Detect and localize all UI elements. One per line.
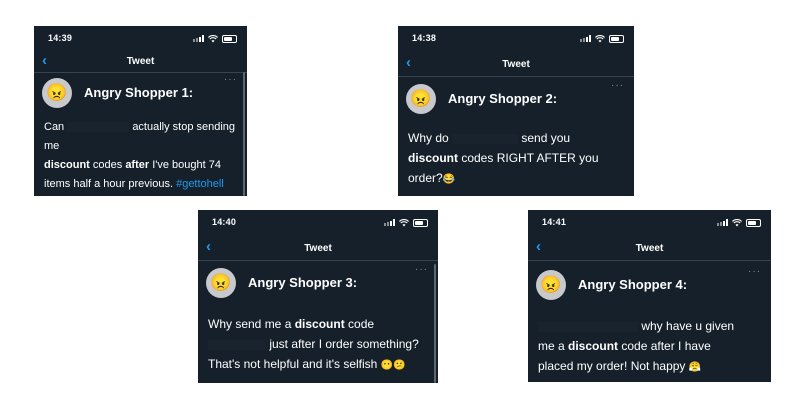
tweet-author-row: 😠 Angry Shopper 3: ···	[206, 264, 430, 300]
tweet-line: Why do send you	[408, 131, 571, 145]
tweet-line: items half a hour previous. #gettohell	[44, 178, 224, 190]
avatar-angry-face-icon[interactable]: 😠	[42, 78, 72, 108]
nav-bar: ‹ Tweet	[528, 238, 771, 261]
more-options-icon[interactable]: ···	[748, 266, 761, 277]
system-icons	[384, 218, 428, 227]
tweet-line: discount codes after I've bought 74	[44, 159, 221, 171]
more-options-icon[interactable]: ···	[415, 264, 428, 275]
more-options-icon[interactable]: ···	[611, 80, 624, 91]
tweet-text: why have u given me a discount code afte…	[538, 316, 763, 378]
wifi-icon	[208, 34, 218, 42]
tweet-line: why have u given	[538, 316, 763, 336]
tweet-text: Why send me a discount code just after I…	[208, 314, 430, 376]
tweet-author-row: 😠 Angry Shopper 4: ···	[536, 266, 763, 302]
nav-bar: ‹ Tweet	[398, 54, 634, 77]
tweet-line: 🆘	[44, 194, 239, 196]
tweet-line: order?😂	[408, 171, 456, 185]
battery-icon	[222, 34, 237, 43]
tweet-line: Why send me a discount code	[208, 317, 375, 331]
status-bar: 14:39	[34, 26, 247, 52]
system-icons	[717, 218, 761, 227]
wifi-icon	[595, 34, 605, 42]
tweet-author-row: 😠 Angry Shopper 1: ···	[42, 74, 239, 110]
tweet-screenshot-1: 14:39 ‹ Tweet 😠 Angry Shopper 1: ··· Can…	[34, 26, 247, 196]
wifi-icon	[399, 218, 409, 226]
scrollbar[interactable]	[243, 72, 245, 196]
redacted-brand	[208, 339, 266, 350]
tweet-screenshot-4: 14:41 ‹ Tweet 😠 Angry Shopper 4: ··· why…	[528, 210, 771, 382]
status-time: 14:41	[542, 217, 567, 227]
nav-title: Tweet	[126, 56, 155, 67]
tweet-line: discount codes RIGHT AFTER you	[408, 151, 599, 165]
battery-icon	[609, 34, 624, 43]
redacted-brand	[452, 133, 519, 144]
nav-title: Tweet	[304, 243, 332, 254]
battery-icon	[413, 218, 428, 227]
tweet-line: That's not helpful and it's selfish 😶😕	[208, 357, 406, 371]
tweet-author-row: 😠 Angry Shopper 2: ···	[406, 80, 626, 116]
tweet-screenshot-2: 14:38 ‹ Tweet 😠 Angry Shopper 2: ··· Why…	[398, 26, 634, 196]
more-options-icon[interactable]: ···	[224, 74, 237, 85]
tweet-line: Can actually stop sending me	[44, 121, 236, 152]
tweet-screenshot-3: 14:40 ‹ Tweet 😠 Angry Shopper 3: ··· Why…	[198, 210, 438, 383]
nav-title: Tweet	[635, 243, 664, 254]
tweet-text: Can actually stop sending me discount co…	[44, 118, 239, 196]
status-time: 14:40	[212, 217, 237, 227]
laughing-emoji-icon: 😂	[442, 174, 456, 185]
scrollbar[interactable]	[434, 264, 436, 383]
tweet-text: Why do send you discount codes RIGHT AFT…	[408, 128, 626, 190]
status-time: 14:39	[48, 33, 73, 43]
avatar-angry-face-icon[interactable]: 😠	[406, 84, 436, 114]
nav-bar: ‹ Tweet	[34, 52, 247, 73]
hashtag-link[interactable]: #gettohell	[176, 178, 224, 190]
nav-bar: ‹ Tweet	[198, 238, 438, 261]
battery-icon	[746, 218, 761, 227]
redacted-brand	[538, 321, 638, 332]
author-name[interactable]: Angry Shopper 4:	[578, 277, 687, 292]
signal-icon	[717, 219, 728, 226]
signal-icon	[580, 35, 591, 42]
system-icons	[580, 34, 624, 43]
redacted-brand	[67, 122, 130, 133]
tweet-line: me a discount code after I have	[538, 339, 711, 353]
signal-icon	[193, 35, 204, 42]
signal-icon	[384, 219, 395, 226]
author-name[interactable]: Angry Shopper 2:	[448, 91, 557, 106]
nav-title: Tweet	[502, 59, 530, 70]
tweet-line: just after I order something?	[208, 334, 430, 354]
status-time: 14:38	[412, 33, 437, 43]
tweet-line: placed my order! Not happy 😤	[538, 359, 702, 373]
avatar-angry-face-icon[interactable]: 😠	[206, 268, 236, 298]
status-bar: 14:40	[198, 210, 438, 236]
author-name[interactable]: Angry Shopper 3:	[248, 275, 357, 290]
status-bar: 14:41	[528, 210, 771, 236]
author-name[interactable]: Angry Shopper 1:	[84, 85, 193, 100]
wifi-icon	[732, 218, 742, 226]
system-icons	[193, 34, 237, 43]
avatar-angry-face-icon[interactable]: 😠	[536, 270, 566, 300]
steaming-face-emoji-icon: 😤	[688, 362, 702, 373]
status-bar: 14:38	[398, 26, 634, 52]
unhappy-emoji-icon: 😶😕	[380, 360, 406, 371]
